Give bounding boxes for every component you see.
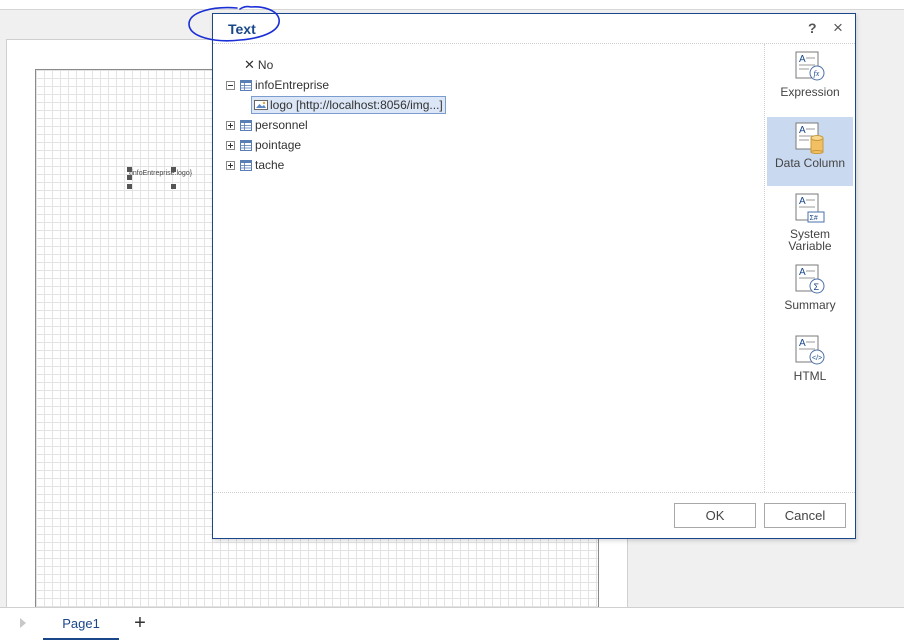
- svg-text:Σ: Σ: [814, 282, 820, 292]
- svg-text:A: A: [799, 338, 806, 349]
- sidebar-item-data-column[interactable]: A Data Column: [767, 117, 853, 186]
- resize-handle-bottom-right[interactable]: [171, 184, 176, 189]
- sidebar-item-label: Expression: [780, 85, 840, 99]
- text-component[interactable]: {infoEntreprise.logo}: [127, 167, 192, 189]
- tree-item-pointage[interactable]: pointage: [226, 136, 301, 154]
- cancel-button[interactable]: Cancel: [764, 503, 846, 528]
- expand-icon[interactable]: [226, 160, 235, 170]
- expand-icon[interactable]: [226, 140, 235, 150]
- html-icon: A </>: [795, 335, 825, 365]
- resize-handle-bottom-left[interactable]: [127, 184, 132, 189]
- tree-item-label: pointage: [255, 138, 302, 152]
- tree-item-label: personnel: [255, 118, 308, 132]
- tree-item-logo[interactable]: logo [http://localhost:8056/img...]: [251, 96, 446, 114]
- text-dialog: Text ? × ✕ No infoEntreprise logo [http:…: [188, 5, 856, 539]
- ok-button[interactable]: OK: [674, 503, 756, 528]
- selected-item[interactable]: logo [http://localhost:8056/img...]: [251, 96, 446, 114]
- resize-handle-top-left[interactable]: [127, 167, 132, 172]
- data-column-icon: A: [795, 122, 824, 154]
- tab-page1[interactable]: Page1: [43, 608, 119, 640]
- dialog-title: Text: [228, 21, 256, 37]
- svg-text:A: A: [799, 125, 806, 136]
- help-button[interactable]: ?: [808, 20, 817, 36]
- svg-text:A: A: [799, 267, 806, 278]
- text-component-label: {infoEntreprise.logo}: [129, 170, 193, 177]
- svg-text:A: A: [799, 196, 806, 207]
- collapse-icon[interactable]: [226, 80, 235, 90]
- tree-item-label: infoEntreprise: [255, 78, 330, 92]
- dialog-header: Text ? ×: [188, 5, 855, 44]
- resize-handle-middle-left[interactable]: [127, 175, 132, 180]
- sidebar-item-label: Summary: [784, 298, 836, 312]
- expression-icon: A fx: [795, 51, 825, 81]
- table-icon: [240, 159, 252, 171]
- top-toolbar-edge: [0, 0, 904, 10]
- svg-text:</>: </>: [812, 355, 822, 362]
- tree-item-label: logo [http://localhost:8056/img...]: [270, 98, 443, 112]
- table-icon: [240, 79, 252, 91]
- svg-text:Σ#: Σ#: [810, 215, 818, 222]
- close-button[interactable]: ×: [833, 18, 843, 38]
- table-icon: [240, 119, 252, 131]
- sidebar-item-label: Data Column: [774, 156, 846, 170]
- sidebar-item-html[interactable]: A </> HTML: [767, 330, 853, 399]
- system-variable-icon: A Σ#: [795, 193, 825, 223]
- tree-item-tache[interactable]: tache: [226, 156, 284, 174]
- resize-handle-top-right[interactable]: [171, 167, 176, 172]
- svg-text:A: A: [799, 54, 806, 65]
- tree-item-no[interactable]: ✕ No: [244, 56, 273, 74]
- summary-icon: A Σ: [795, 264, 825, 294]
- sidebar-item-summary[interactable]: A Σ Summary: [767, 259, 853, 328]
- page-tabs-bar: Page1 +: [0, 607, 904, 641]
- sidebar-item-label: HTML: [793, 369, 827, 383]
- tree-item-infoentreprise[interactable]: infoEntreprise: [226, 76, 329, 94]
- scroll-left-arrow-icon[interactable]: [20, 618, 26, 628]
- text-type-sidebar: A fx Expression A Data Column A Σ# Syste…: [764, 44, 856, 492]
- image-icon: [254, 100, 268, 110]
- expand-icon[interactable]: [226, 120, 235, 130]
- x-icon: ✕: [244, 57, 255, 72]
- table-icon: [240, 139, 252, 151]
- sidebar-item-system-variable[interactable]: A Σ# System Variable: [767, 188, 853, 257]
- data-tree: ✕ No infoEntreprise logo [http://localho…: [213, 44, 763, 492]
- tree-item-label: tache: [255, 158, 285, 172]
- tree-item-personnel[interactable]: personnel: [226, 116, 308, 134]
- add-page-button[interactable]: +: [131, 613, 149, 633]
- sidebar-item-label: System Variable: [788, 227, 832, 253]
- dialog-footer: OK Cancel: [213, 492, 855, 539]
- sidebar-item-expression[interactable]: A fx Expression: [767, 46, 853, 115]
- svg-text:fx: fx: [814, 69, 820, 78]
- tree-item-label: No: [257, 58, 274, 72]
